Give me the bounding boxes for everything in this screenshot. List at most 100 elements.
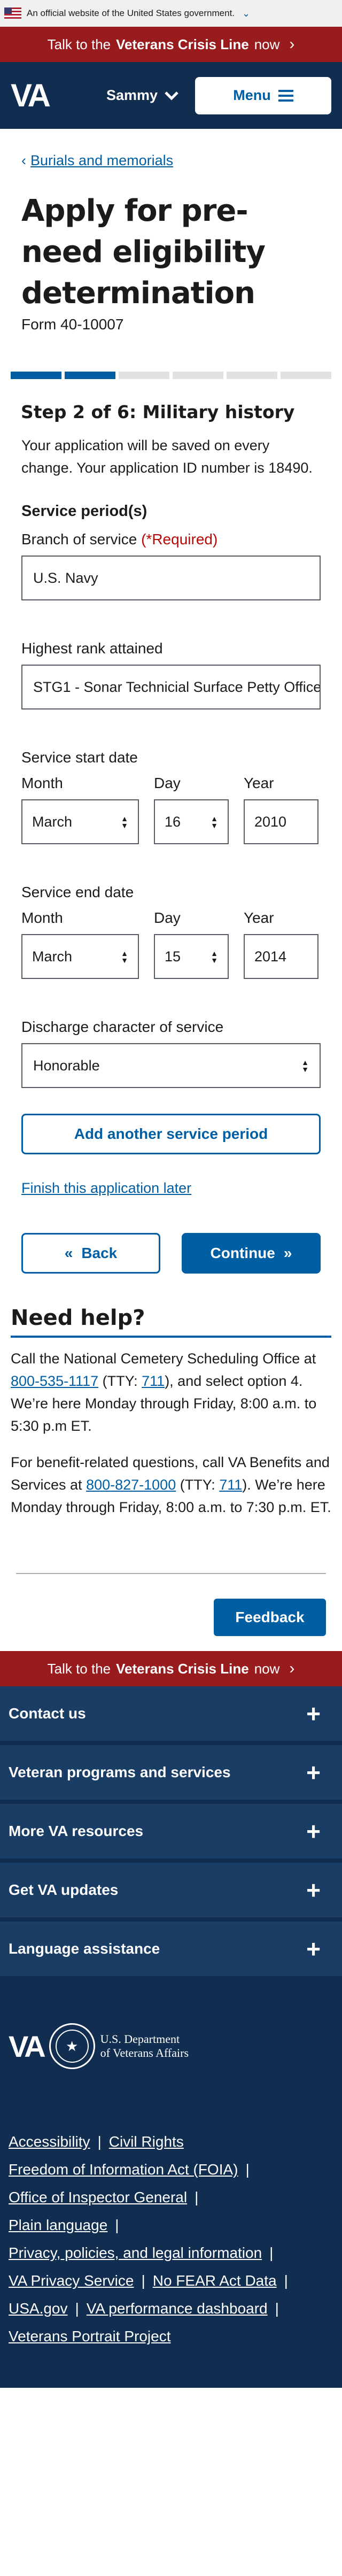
- site-footer: Contact us + Veteran programs and servic…: [0, 1686, 342, 2388]
- year-label: Year: [244, 775, 274, 791]
- footer-link-portrait-project[interactable]: Veterans Portrait Project: [9, 2328, 170, 2344]
- start-date-label: Service start date: [21, 749, 138, 766]
- branch-input[interactable]: U.S. Navy: [21, 556, 321, 600]
- help-paragraph-benefits: For benefit-related questions, call VA B…: [11, 1451, 331, 1518]
- finish-later-link[interactable]: Finish this application later: [21, 1180, 321, 1197]
- continue-button[interactable]: Continue »: [182, 1233, 321, 1274]
- select-arrows-icon: ▲ ▼: [121, 948, 128, 965]
- menu-button[interactable]: Menu: [195, 76, 331, 114]
- back-button[interactable]: « Back: [21, 1233, 160, 1274]
- end-day-value: 15: [165, 948, 181, 965]
- start-day-select[interactable]: 16 ▲ ▼: [154, 799, 229, 844]
- page-title: Apply for pre-need eligibility determina…: [21, 194, 266, 311]
- feedback-button[interactable]: Feedback: [214, 1599, 326, 1636]
- progress-segment: [119, 372, 169, 379]
- start-month-col: Month March ▲ ▼: [21, 775, 139, 844]
- footer-logo[interactable]: VA ★ U.S. Department of Veterans Affairs: [0, 1980, 342, 2069]
- footer-accordion-contact-us[interactable]: Contact us +: [0, 1686, 342, 1745]
- plus-icon: +: [306, 1700, 321, 1727]
- footer-accordion-veteran-programs[interactable]: Veteran programs and services +: [0, 1745, 342, 1804]
- end-month-select[interactable]: March ▲ ▼: [21, 934, 139, 979]
- crisis-line-name: Veterans Crisis Line: [116, 1660, 249, 1677]
- scheduling-phone-link[interactable]: 800-535-1117: [11, 1373, 98, 1389]
- rank-input[interactable]: STG1 - Sonar Technicial Surface Petty Of…: [21, 665, 321, 709]
- progress-segment: [281, 372, 331, 379]
- end-day-select[interactable]: 15 ▲ ▼: [154, 934, 229, 979]
- crisis-line-name: Veterans Crisis Line: [116, 36, 249, 52]
- feedback-area: Feedback: [0, 1518, 342, 1636]
- start-year-col: Year 2010: [244, 775, 318, 844]
- accordion-label: Veteran programs and services: [9, 1764, 231, 1780]
- footer-link-no-fear[interactable]: No FEAR Act Data: [153, 2272, 277, 2289]
- footer-link-privacy-service[interactable]: VA Privacy Service: [9, 2272, 134, 2289]
- form-navigation: « Back Continue »: [21, 1233, 321, 1274]
- discharge-value: Honorable: [33, 1057, 100, 1074]
- discharge-select[interactable]: Honorable ▲ ▼: [21, 1043, 321, 1088]
- breadcrumb-link-burials[interactable]: Burials and memorials: [30, 152, 173, 168]
- progress-segment: [11, 372, 61, 379]
- crisis-line-footer-banner[interactable]: Talk to the Veterans Crisis Line now ›: [0, 1651, 342, 1686]
- help-paragraph-scheduling: Call the National Cemetery Scheduling Of…: [11, 1347, 331, 1437]
- breadcrumb: ‹ Burials and memorials: [21, 152, 321, 169]
- add-service-period-button[interactable]: Add another service period: [21, 1114, 321, 1154]
- accordion-label: Get VA updates: [9, 1881, 119, 1898]
- tty-link[interactable]: 711: [219, 1477, 242, 1493]
- va-seal-icon: ★: [49, 2023, 95, 2069]
- continue-label: Continue: [210, 1245, 275, 1261]
- month-label: Month: [21, 909, 63, 926]
- year-label: Year: [244, 909, 274, 926]
- required-marker: (*Required): [141, 531, 218, 547]
- month-label: Month: [21, 775, 63, 791]
- chevron-left-icon: ‹: [21, 152, 26, 168]
- va-logo: VA: [9, 2029, 46, 2063]
- footer-accordion-language[interactable]: Language assistance +: [0, 1922, 342, 1980]
- plus-icon: +: [306, 1935, 321, 1963]
- progress-segment: [173, 372, 223, 379]
- chevron-right-icon: ›: [289, 1660, 295, 1677]
- benefits-phone-link[interactable]: 800-827-1000: [86, 1477, 176, 1493]
- official-banner-text: An official website of the United States…: [27, 8, 235, 18]
- start-day-value: 16: [165, 813, 181, 830]
- main-content: ‹ Burials and memorials Apply for pre-nee…: [0, 152, 342, 1274]
- tty-link[interactable]: 711: [142, 1373, 165, 1389]
- va-logo[interactable]: VA: [11, 77, 51, 114]
- crisis-line-banner[interactable]: Talk to the Veterans Crisis Line now ›: [0, 27, 342, 62]
- crisis-suffix: now: [254, 36, 280, 52]
- official-gov-banner[interactable]: An official website of the United States…: [0, 0, 342, 27]
- end-date-group: Month March ▲ ▼ Day 15 ▲ ▼ Year 2014: [21, 909, 321, 979]
- discharge-label: Discharge character of service: [21, 1019, 224, 1035]
- footer-links: Accessibility | Civil Rights Freedom of In…: [9, 2133, 288, 2344]
- step-title: Step 2 of 6: Military history: [21, 402, 295, 422]
- footer-accordion-va-updates[interactable]: Get VA updates +: [0, 1863, 342, 1922]
- end-year-input[interactable]: 2014: [244, 934, 318, 979]
- start-day-col: Day 16 ▲ ▼: [154, 775, 229, 844]
- start-year-input[interactable]: 2010: [244, 799, 318, 844]
- footer-accordion-more-resources[interactable]: More VA resources +: [0, 1804, 342, 1863]
- footer-link-oig[interactable]: Office of Inspector General: [9, 2189, 187, 2205]
- footer-link-privacy-policies[interactable]: Privacy, policies, and legal information: [9, 2245, 262, 2261]
- need-help-title: Need help?: [11, 1306, 331, 1338]
- footer-link-usa-gov[interactable]: USA.gov: [9, 2300, 68, 2317]
- footer-link-foia[interactable]: Freedom of Information Act (FOIA): [9, 2161, 238, 2178]
- user-name: Sammy: [106, 87, 158, 103]
- start-date-group: Month March ▲ ▼ Day 16 ▲ ▼ Year 2010: [21, 775, 321, 844]
- footer-link-civil-rights[interactable]: Civil Rights: [109, 2133, 184, 2150]
- plus-icon: +: [306, 1817, 321, 1845]
- crisis-prefix: Talk to the: [47, 1660, 111, 1677]
- double-chevron-left-icon: «: [64, 1245, 73, 1261]
- user-menu[interactable]: Sammy: [106, 87, 179, 104]
- start-month-select[interactable]: March ▲ ▼: [21, 799, 139, 844]
- double-chevron-right-icon: »: [283, 1245, 292, 1261]
- accordion-label: Language assistance: [9, 1940, 160, 1957]
- crisis-suffix: now: [254, 1660, 280, 1677]
- menu-label: Menu: [233, 87, 271, 103]
- select-arrows-icon: ▲ ▼: [301, 1058, 309, 1074]
- select-arrows-icon: ▲ ▼: [211, 948, 218, 965]
- footer-link-performance-dashboard[interactable]: VA performance dashboard: [87, 2300, 268, 2317]
- branch-label: Branch of service (*Required): [21, 531, 321, 548]
- progress-bar: [11, 372, 331, 379]
- day-label: Day: [154, 909, 181, 926]
- hamburger-icon: [278, 89, 293, 102]
- footer-link-plain-language[interactable]: Plain language: [9, 2217, 107, 2233]
- footer-link-accessibility[interactable]: Accessibility: [9, 2133, 90, 2150]
